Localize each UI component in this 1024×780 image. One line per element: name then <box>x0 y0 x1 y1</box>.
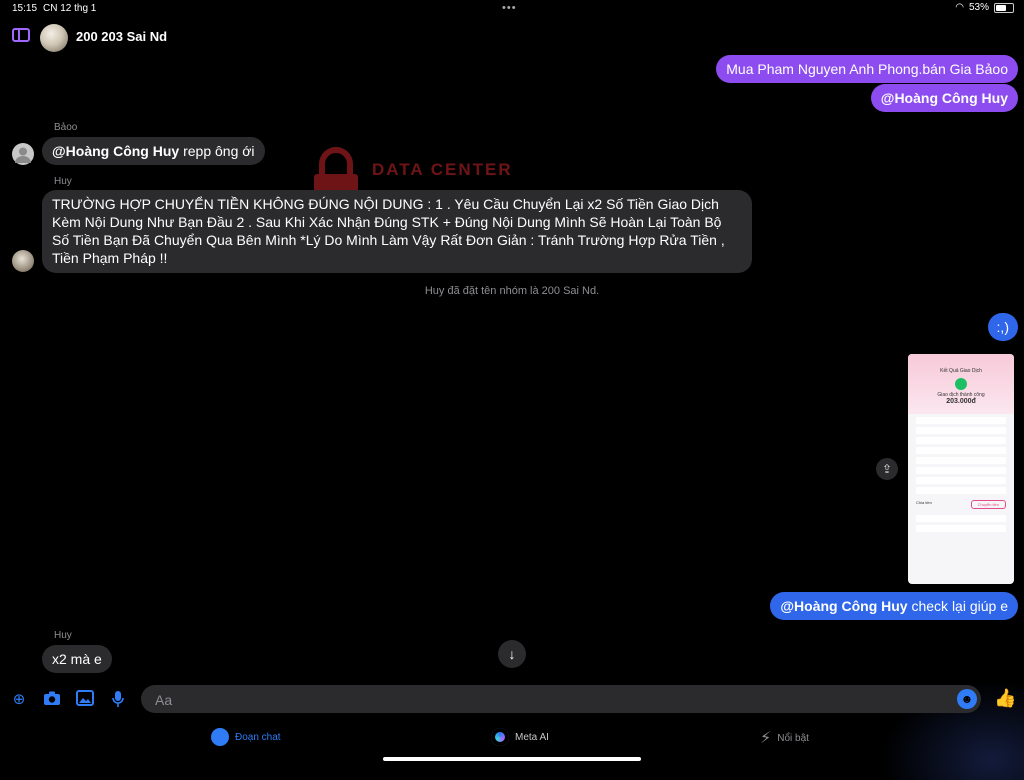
sidebar-toggle-icon[interactable] <box>12 28 30 42</box>
system-notice: Huy đã đặt tên nhóm là 200 Sai Nd. <box>424 285 600 297</box>
message-text: check lại giúp e <box>907 598 1008 614</box>
status-date: CN 12 thg 1 <box>43 3 97 14</box>
message-composer[interactable]: ☻ <box>141 685 981 715</box>
chat-title[interactable]: 200 203 Sai Nd <box>76 29 167 44</box>
status-time: 15:15 <box>12 3 38 14</box>
share-icon[interactable]: ⇪ <box>876 458 898 480</box>
multitask-dots-icon[interactable]: ••• <box>502 2 517 14</box>
battery-percent: 53% <box>968 2 989 13</box>
receipt-row <box>916 457 1006 464</box>
receipt-image[interactable]: Kết Quả Giao Dịch Giao dịch thành công 2… <box>908 354 1014 584</box>
message-bubble-incoming[interactable]: @Hoàng Công Huy repp ông ới <box>42 137 265 165</box>
receipt-share-label: Chia tiền <box>916 500 932 505</box>
camera-icon[interactable] <box>42 690 62 710</box>
wifi-icon: ◠ <box>955 2 964 13</box>
receipt-row <box>916 487 1006 494</box>
default-user-icon <box>15 147 31 163</box>
message-text: x2 mà e <box>52 651 102 667</box>
battery-icon <box>994 2 1014 13</box>
message-text: repp ông ới <box>179 143 255 159</box>
receipt-row <box>916 477 1006 484</box>
home-indicator[interactable] <box>383 757 641 761</box>
plus-icon[interactable]: ⊕ <box>9 690 29 710</box>
tab-highlights-label: Nổi bật <box>777 732 809 744</box>
microphone-icon[interactable] <box>108 690 128 710</box>
message-input[interactable] <box>153 685 947 715</box>
mention[interactable]: @Hoàng Công Huy <box>780 598 907 614</box>
mention[interactable]: @Hoàng Công Huy <box>881 90 1008 106</box>
receipt-title: Kết Quả Giao Dịch <box>940 368 982 374</box>
tab-highlights[interactable]: ⚡ Nổi bật <box>760 728 809 748</box>
message-text: :,) <box>996 319 1009 335</box>
sender-name: Bảoo <box>54 122 78 133</box>
message-bubble-outgoing[interactable]: @Hoàng Công Huy check lại giúp e <box>770 592 1018 620</box>
status-right: ◠ 53% <box>955 2 1014 13</box>
receipt-row <box>916 427 1006 434</box>
message-bubble-outgoing[interactable]: @Hoàng Công Huy <box>870 84 1018 112</box>
receipt-header: Kết Quả Giao Dịch Giao dịch thành công 2… <box>908 354 1014 414</box>
message-bubble-outgoing[interactable]: :,) <box>987 313 1018 341</box>
receipt-row <box>916 467 1006 474</box>
receipt-transfer-label: Chuyển tiền <box>970 500 1006 509</box>
avatar[interactable] <box>12 143 34 165</box>
receipt-row <box>916 437 1006 444</box>
message-text: Mua Pham Nguyen Anh Phong.bán Gia Bảoo <box>726 61 1008 77</box>
tab-meta-ai-label: Meta AI <box>515 731 549 743</box>
lightning-icon: ⚡ <box>760 730 772 747</box>
message-bubble-incoming[interactable]: x2 mà e <box>42 645 112 673</box>
success-check-icon <box>955 378 967 390</box>
receipt-row <box>916 417 1006 424</box>
arrow-down-icon: ↓ <box>508 646 516 662</box>
meta-ai-icon <box>491 728 509 746</box>
message-bubble-incoming[interactable]: TRƯỜNG HỢP CHUYỂN TIỀN KHÔNG ĐÚNG NỘI DU… <box>42 190 752 273</box>
tab-meta-ai[interactable]: Meta AI <box>491 728 549 746</box>
message-bubble-outgoing[interactable]: Mua Pham Nguyen Anh Phong.bán Gia Bảoo <box>716 55 1018 83</box>
receipt-row <box>916 525 1006 532</box>
receipt-row <box>916 515 1006 522</box>
sender-name: Huy <box>54 630 72 641</box>
tab-chats[interactable]: Đoạn chat <box>211 728 281 746</box>
scroll-down-button[interactable]: ↓ <box>498 640 526 668</box>
watermark-text: DATA CENTER <box>372 160 513 179</box>
group-avatar[interactable] <box>40 24 68 52</box>
emoji-icon[interactable]: ☻ <box>957 689 977 709</box>
receipt-row <box>916 447 1006 454</box>
mention[interactable]: @Hoàng Công Huy <box>52 143 179 159</box>
tab-chats-label: Đoạn chat <box>235 731 281 743</box>
chat-bubble-icon <box>211 728 229 746</box>
thumbs-up-icon[interactable]: 👍 <box>994 688 1016 709</box>
receipt-amount: 203.000đ <box>946 398 976 405</box>
message-text: TRƯỜNG HỢP CHUYỂN TIỀN KHÔNG ĐÚNG NỘI DU… <box>52 196 725 266</box>
receipt-actions: Chia tiền Chuyển tiền <box>916 500 1006 509</box>
gallery-icon[interactable] <box>75 690 95 710</box>
sender-name: Huy <box>54 176 72 187</box>
avatar[interactable] <box>12 250 34 272</box>
